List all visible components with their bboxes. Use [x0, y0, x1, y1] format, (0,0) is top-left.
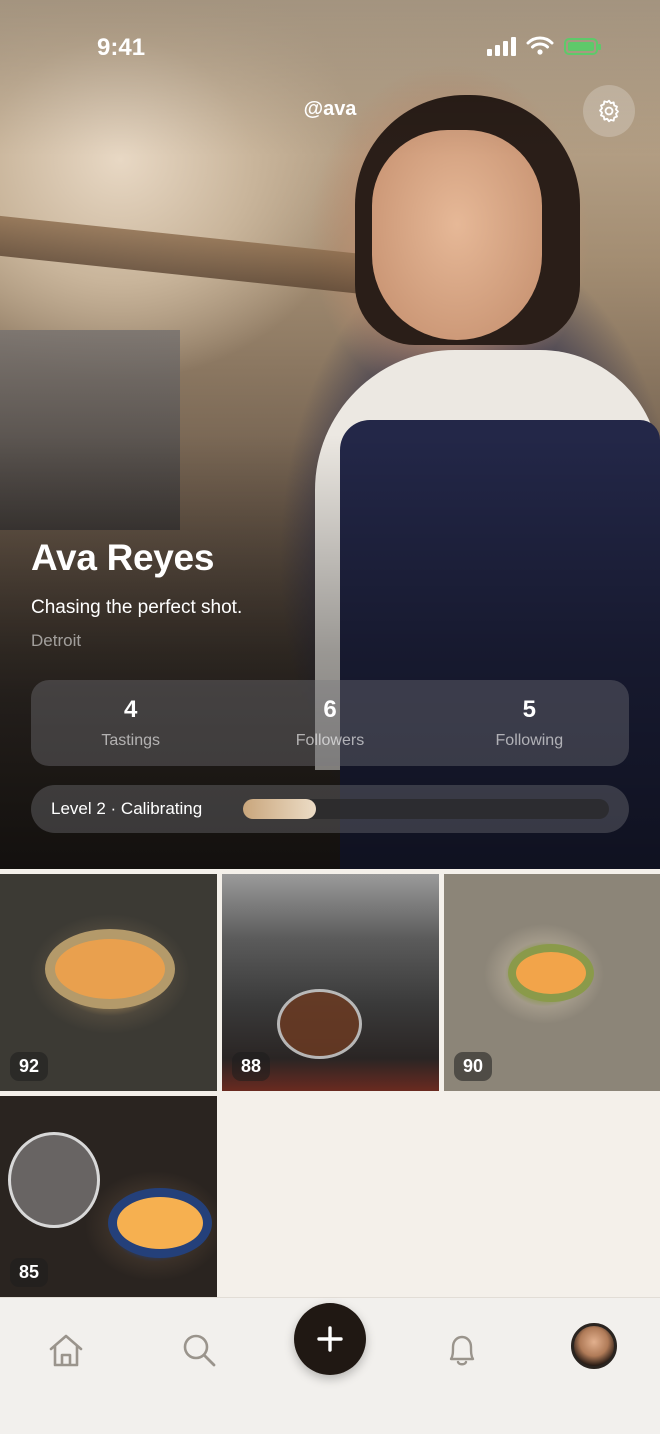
search-icon [183, 1334, 216, 1367]
status-bar: 9:41 [0, 0, 660, 96]
stat-label: Tastings [101, 732, 161, 749]
score-badge: 85 [10, 1258, 49, 1287]
stat-value: 4 [123, 696, 138, 723]
stat-followers[interactable]: 6 Followers [230, 680, 429, 766]
tab-profile-avatar[interactable] [571, 1323, 617, 1369]
stat-value: 5 [522, 696, 536, 723]
score-badge: 90 [454, 1052, 493, 1081]
gear-icon [599, 99, 619, 123]
tab-home[interactable] [44, 1328, 88, 1372]
cup-photo [108, 1188, 212, 1258]
profile-handle: @ava [303, 98, 357, 120]
score-badge: 92 [10, 1052, 49, 1081]
tasting-tile[interactable]: 92 [0, 874, 217, 1091]
status-icons [487, 36, 601, 56]
profile-location: Detroit [31, 631, 82, 650]
tab-notifications[interactable] [440, 1328, 484, 1372]
stat-value: 6 [323, 696, 337, 723]
cellular-signal-icon [487, 36, 516, 56]
stat-tastings[interactable]: 4 Tastings [31, 680, 230, 766]
stat-label: Followers [295, 732, 365, 749]
cup-photo [45, 929, 175, 1009]
wifi-icon [526, 36, 554, 55]
stat-following[interactable]: 5 Following [430, 680, 629, 766]
bell-icon [449, 1335, 475, 1366]
plus-icon [317, 1326, 343, 1352]
status-time: 9:41 [97, 34, 146, 61]
battery-icon [564, 37, 601, 55]
score-badge: 88 [232, 1052, 271, 1081]
add-tasting-button[interactable] [294, 1303, 366, 1375]
tasting-tile[interactable]: 90 [444, 874, 660, 1091]
home-icon [49, 1334, 83, 1367]
settings-button[interactable] [583, 85, 635, 137]
stat-label: Following [495, 732, 564, 749]
profile-bio: Chasing the perfect shot. [31, 597, 243, 618]
tab-search[interactable] [177, 1328, 221, 1372]
cup-photo [277, 989, 362, 1059]
tasting-tile[interactable]: 85 [0, 1096, 217, 1297]
tasting-tile[interactable]: 88 [222, 874, 439, 1091]
profile-name: Ava Reyes [31, 537, 215, 578]
stats-card: 4 Tastings 6 Followers 5 Following [31, 680, 629, 766]
glass-photo [8, 1132, 100, 1228]
cup-photo [508, 944, 594, 1002]
level-label: Level 2 · Calibrating [51, 799, 203, 818]
level-progress-track [243, 799, 609, 819]
level-progress-fill [243, 799, 317, 819]
level-card[interactable]: Level 2 · Calibrating [31, 785, 629, 833]
